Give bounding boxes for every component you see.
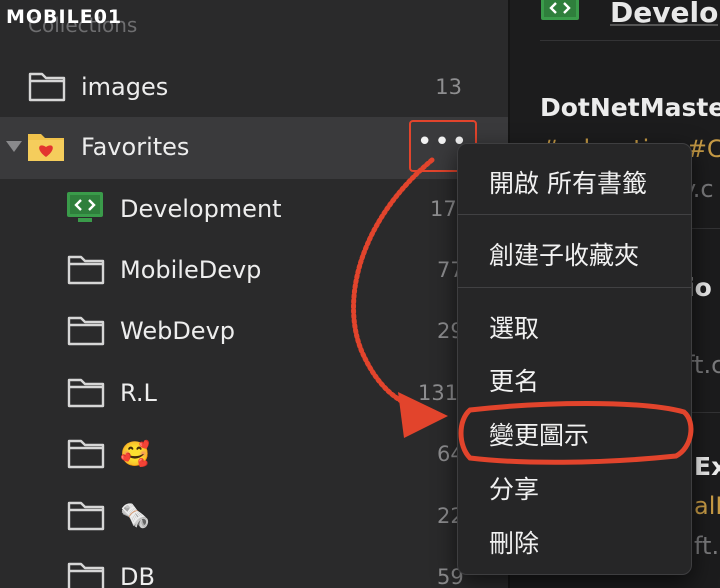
menu-item-share[interactable]: 分享 xyxy=(489,470,539,506)
item-count: 13 xyxy=(435,75,462,99)
sidebar-item-newspaper[interactable]: 🗞️ 22 xyxy=(0,486,508,548)
watermark-logo: MOBILE01 xyxy=(6,6,123,28)
folder-icon xyxy=(28,72,66,102)
sidebar-item-mobiledevp[interactable]: MobileDevp 77 xyxy=(0,240,508,302)
sidebar-item-webdevp[interactable]: WebDevp 29 xyxy=(0,301,508,363)
folder-icon xyxy=(67,316,105,346)
folder-icon xyxy=(67,562,105,588)
menu-item-rename[interactable]: 更名 xyxy=(489,362,539,398)
sidebar-item-label: MobileDevp xyxy=(120,256,262,284)
divider xyxy=(540,40,720,41)
sidebar-item-label: DB xyxy=(120,563,155,588)
heart-folder-icon xyxy=(28,134,64,161)
sidebar-item-images[interactable]: images 13 xyxy=(0,57,508,119)
sidebar-item-label: Development xyxy=(120,195,282,223)
bookmark-title[interactable]: DotNetMaster xyxy=(540,93,720,122)
sidebar-item-label: R.L xyxy=(120,379,157,407)
sidebar-item-label: 🥰 xyxy=(120,440,150,468)
sidebar-item-label: WebDevp xyxy=(120,317,236,345)
sidebar: Collections images 13 Favorites Developm… xyxy=(0,0,508,588)
folder-icon xyxy=(67,439,105,469)
sidebar-item-label: images xyxy=(81,73,169,101)
folder-icon xyxy=(67,378,105,408)
sidebar-item-development[interactable]: Development 171 xyxy=(0,179,508,241)
chevron-down-icon[interactable] xyxy=(6,141,22,152)
code-icon xyxy=(67,192,103,222)
sidebar-item-label: Favorites xyxy=(81,133,190,161)
folder-icon xyxy=(67,255,105,285)
sidebar-item-rl[interactable]: R.L 1311 xyxy=(0,363,508,425)
bookmark-title[interactable]: Ex xyxy=(694,452,720,481)
sidebar-item-smiling-face[interactable]: 🥰 64 xyxy=(0,424,508,486)
bookmark-tags: alD xyxy=(694,492,720,520)
bookmark-domain: ft.c xyxy=(694,532,720,560)
menu-separator xyxy=(458,287,691,288)
menu-item-create-subcollection[interactable]: 創建子收藏夾 xyxy=(489,236,639,272)
menu-separator xyxy=(458,214,691,215)
menu-item-select[interactable]: 選取 xyxy=(489,309,539,345)
folder-icon xyxy=(67,501,105,531)
page-title: Develop xyxy=(610,0,720,29)
context-menu: 開啟 所有書籤 創建子收藏夾 選取 更名 變更圖示 分享 刪除 xyxy=(457,143,692,575)
menu-item-delete[interactable]: 刪除 xyxy=(489,524,539,560)
menu-item-open-all-bookmarks[interactable]: 開啟 所有書籤 xyxy=(489,164,647,200)
sidebar-item-label: 🗞️ xyxy=(120,502,150,530)
sidebar-item-db[interactable]: DB 59 xyxy=(0,547,508,588)
code-icon xyxy=(541,0,579,20)
menu-item-change-icon[interactable]: 變更圖示 xyxy=(489,416,589,452)
